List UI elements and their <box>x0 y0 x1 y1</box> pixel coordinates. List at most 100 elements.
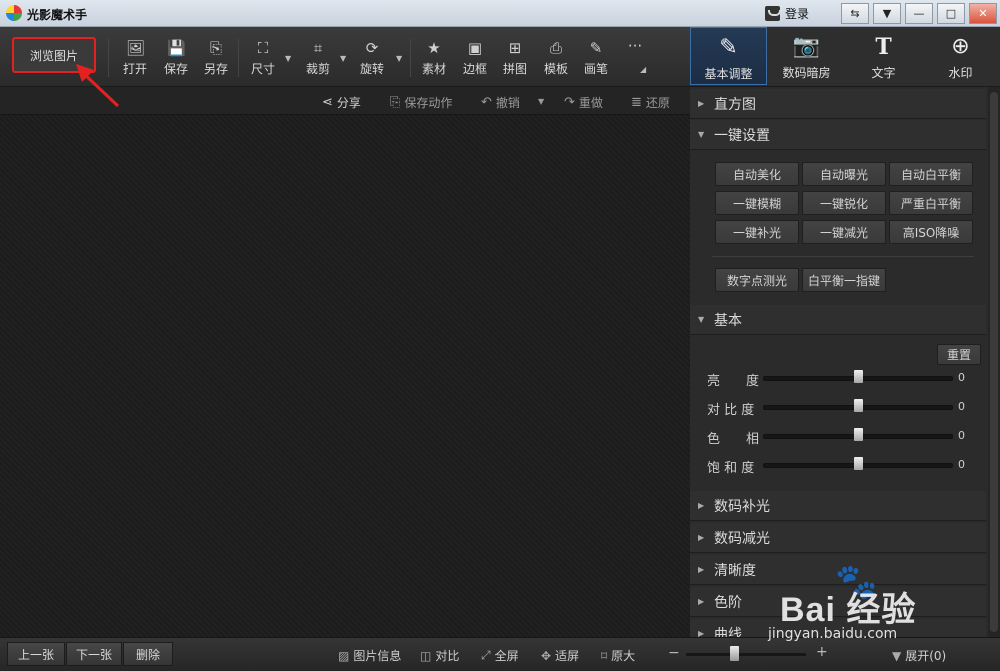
next-image-button[interactable]: 下一张 <box>66 642 122 666</box>
template-tool[interactable]: ⎙ 模板 <box>541 39 571 79</box>
image-info-button[interactable]: ▨ 图片信息 <box>338 647 401 664</box>
close-button[interactable]: ✕ <box>969 3 997 24</box>
saturation-slider-thumb[interactable] <box>853 457 863 470</box>
redo-button[interactable]: ↷ 重做 <box>564 94 603 111</box>
spot-metering-button[interactable]: 数字点测光 <box>715 268 799 292</box>
image-info-label: 图片信息 <box>353 649 402 663</box>
save-action-icon: ⎘ <box>390 95 401 110</box>
annotation-arrow-icon <box>76 64 120 108</box>
auto-beautify-button[interactable]: 自动美化 <box>715 162 799 186</box>
login-button[interactable]: 登录 <box>765 3 809 24</box>
section-curves-label: 曲线 <box>714 626 742 638</box>
saturation-slider-row: 饱 和 度 0 <box>707 457 967 476</box>
undo-button[interactable]: ↶ 撤销 <box>481 94 520 111</box>
save-label: 保存 <box>163 62 188 76</box>
rotate-tool[interactable]: ⟳ 旋转 <box>357 39 387 79</box>
crop-icon: ⌗ <box>313 39 323 57</box>
brush-tool[interactable]: ✎ 画笔 <box>581 39 611 79</box>
zoom-in-icon[interactable]: + <box>816 644 828 660</box>
save-tool[interactable]: 💾 保存 <box>161 39 191 79</box>
tab-basic-adjust[interactable]: ✎ 基本调整 <box>690 27 767 85</box>
section-curves[interactable]: ▶ 曲线 <box>690 619 986 637</box>
crop-dropdown-arrow[interactable]: ▼ <box>340 54 346 63</box>
more-expand-arrow[interactable]: ◢ <box>640 65 646 74</box>
undo-dropdown-arrow[interactable]: ▼ <box>538 97 544 106</box>
expand-arrow-icon: ▶ <box>698 629 705 637</box>
app-logo-icon <box>6 5 22 21</box>
tab-watermark[interactable]: ⊕ 水印 <box>922 27 999 85</box>
delete-button[interactable]: 删除 <box>123 642 173 666</box>
section-clarity[interactable]: ▶ 清晰度 <box>690 555 986 585</box>
white-balance-pick-button[interactable]: 白平衡一指键 <box>802 268 886 292</box>
one-click-sharpen-button[interactable]: 一键锐化 <box>802 191 886 215</box>
minimize-button[interactable]: — <box>905 3 933 24</box>
crop-label: 裁剪 <box>305 62 330 76</box>
compare-icon: ◫ <box>420 648 432 663</box>
login-label: 登录 <box>785 7 810 21</box>
section-histogram[interactable]: ▶ 直方图 <box>690 89 986 119</box>
brush-icon: ✎ <box>589 39 603 57</box>
previous-image-button[interactable]: 上一张 <box>7 642 65 666</box>
resize-icon: ⛶ <box>257 39 269 57</box>
rotate-dropdown-arrow[interactable]: ▼ <box>396 54 402 63</box>
auto-white-balance-button[interactable]: 自动白平衡 <box>889 162 973 186</box>
section-digital-fill-light[interactable]: ▶ 数码补光 <box>690 491 986 521</box>
restore-button[interactable]: ≣ 还原 <box>631 94 670 111</box>
one-click-blur-button[interactable]: 一键模糊 <box>715 191 799 215</box>
image-canvas[interactable] <box>0 115 690 637</box>
adjust-panel: ▶ 直方图 ▼ 一键设置 自动美化 自动曝光 自动白平衡 一键模糊 一键锐化 严… <box>690 87 1000 637</box>
contrast-label: 对 比 度 <box>707 403 755 418</box>
star-icon: ★ <box>427 39 441 57</box>
expand-arrow-icon: ▶ <box>698 597 705 606</box>
save-as-tool[interactable]: ⎘ 另存 <box>201 39 231 79</box>
fullscreen-button[interactable]: ⤢ 全屏 <box>481 647 519 664</box>
section-digital-reduce-light[interactable]: ▶ 数码减光 <box>690 523 986 553</box>
size-dropdown-arrow[interactable]: ▼ <box>285 54 291 63</box>
size-label: 尺寸 <box>250 62 275 76</box>
one-click-fill-light-button[interactable]: 一键补光 <box>715 220 799 244</box>
section-one-click[interactable]: ▼ 一键设置 <box>690 120 986 150</box>
toolbar-divider <box>410 39 411 77</box>
share-button[interactable]: ⋖ 分享 <box>322 94 361 111</box>
zoom-track[interactable] <box>686 653 806 656</box>
one-click-reduce-light-button[interactable]: 一键减光 <box>802 220 886 244</box>
restore-label: 还原 <box>645 96 670 110</box>
maximize-button[interactable]: □ <box>937 3 965 24</box>
restore-icon: ≣ <box>631 95 642 110</box>
section-basic[interactable]: ▼ 基本 <box>690 305 986 335</box>
save-action-button[interactable]: ⎘ 保存动作 <box>390 94 452 111</box>
reset-button[interactable]: 重置 <box>937 344 981 365</box>
tab-digital-darkroom[interactable]: 📷 数码暗房 <box>768 27 845 85</box>
scrollbar-thumb[interactable] <box>990 92 998 632</box>
fit-screen-button[interactable]: ✥ 适屏 <box>541 647 579 664</box>
severe-white-balance-button[interactable]: 严重白平衡 <box>889 191 973 215</box>
brightness-slider-thumb[interactable] <box>853 370 863 383</box>
section-levels[interactable]: ▶ 色阶 <box>690 587 986 617</box>
zoom-slider-thumb[interactable] <box>729 646 739 661</box>
saturation-label: 饱 和 度 <box>707 461 755 476</box>
toolbar-divider <box>238 39 239 77</box>
expand-filmstrip-button[interactable]: ▼ 展开(0) <box>892 647 946 664</box>
switch-skin-button[interactable]: ⇆ <box>841 3 869 24</box>
tab-text[interactable]: T 文字 <box>845 27 922 85</box>
original-size-button[interactable]: ⌑ 原大 <box>601 647 635 664</box>
bottom-bar: 上一张 下一张 删除 ▨ 图片信息 ◫ 对比 ⤢ 全屏 ✥ 适屏 ⌑ 原大 − … <box>0 637 1000 671</box>
size-tool[interactable]: ⛶ 尺寸 <box>248 39 278 79</box>
border-tool[interactable]: ▣ 边框 <box>460 39 490 79</box>
section-divider <box>712 256 974 257</box>
material-tool[interactable]: ★ 素材 <box>419 39 449 79</box>
menu-dropdown-button[interactable]: ▼ <box>873 3 901 24</box>
crop-tool[interactable]: ⌗ 裁剪 <box>303 39 333 79</box>
compare-button[interactable]: ◫ 对比 <box>420 647 459 664</box>
high-iso-denoise-button[interactable]: 高ISO降噪 <box>889 220 973 244</box>
saturation-value: 0 <box>958 458 965 471</box>
contrast-slider-thumb[interactable] <box>853 399 863 412</box>
hue-slider-thumb[interactable] <box>853 428 863 441</box>
undo-icon: ↶ <box>481 95 492 110</box>
auto-exposure-button[interactable]: 自动曝光 <box>802 162 886 186</box>
zoom-out-icon[interactable]: − <box>668 645 680 661</box>
collage-tool[interactable]: ⊞ 拼图 <box>500 39 530 79</box>
expand-arrow-icon: ▶ <box>698 533 705 542</box>
section-histogram-label: 直方图 <box>714 96 756 113</box>
panel-scrollbar[interactable] <box>988 87 1000 637</box>
